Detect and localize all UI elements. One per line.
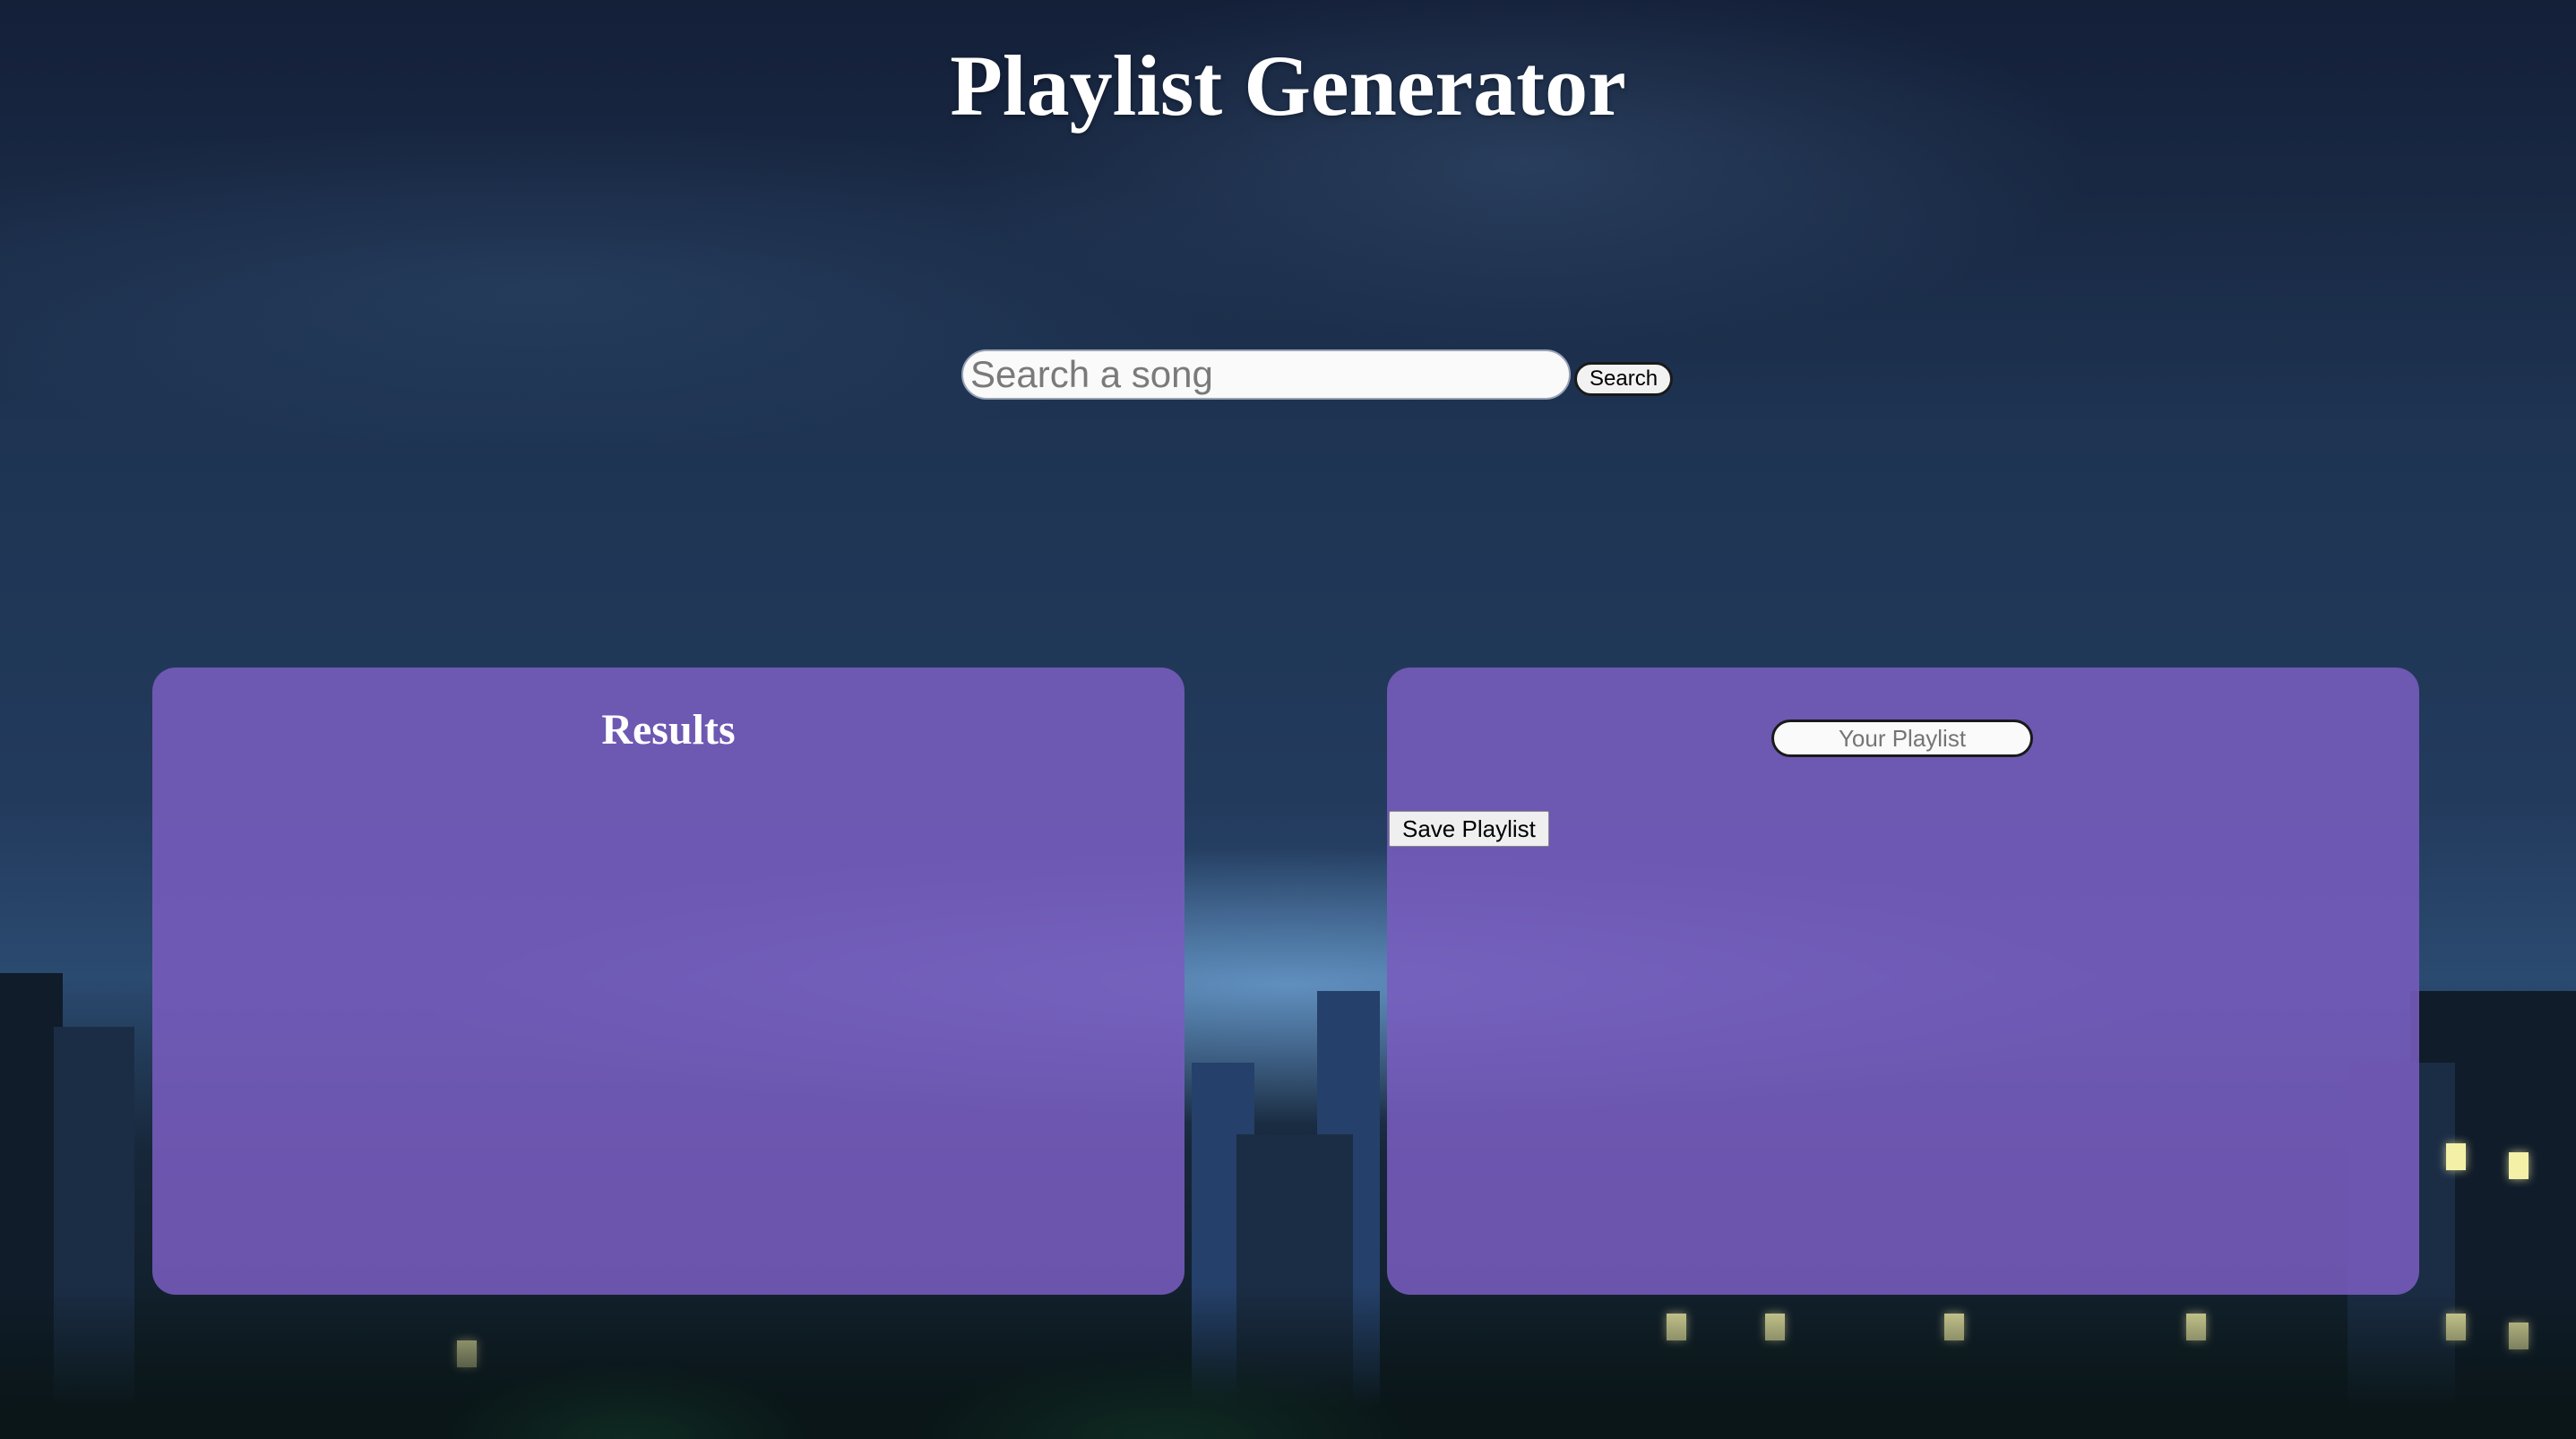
results-title: Results	[601, 706, 736, 754]
search-button[interactable]: Search	[1574, 362, 1674, 396]
window-light	[2509, 1152, 2529, 1179]
results-panel: Results	[152, 668, 1185, 1295]
save-playlist-button[interactable]: Save Playlist	[1389, 811, 1549, 847]
window-light	[2446, 1143, 2466, 1170]
search-bar: Search	[961, 349, 1674, 400]
tree-line	[0, 1287, 2576, 1439]
playlist-name-input[interactable]	[1771, 720, 2033, 757]
playlist-panel: Save Playlist	[1387, 668, 2419, 1295]
page-title: Playlist Generator	[950, 38, 1626, 134]
search-input[interactable]	[961, 349, 1571, 400]
